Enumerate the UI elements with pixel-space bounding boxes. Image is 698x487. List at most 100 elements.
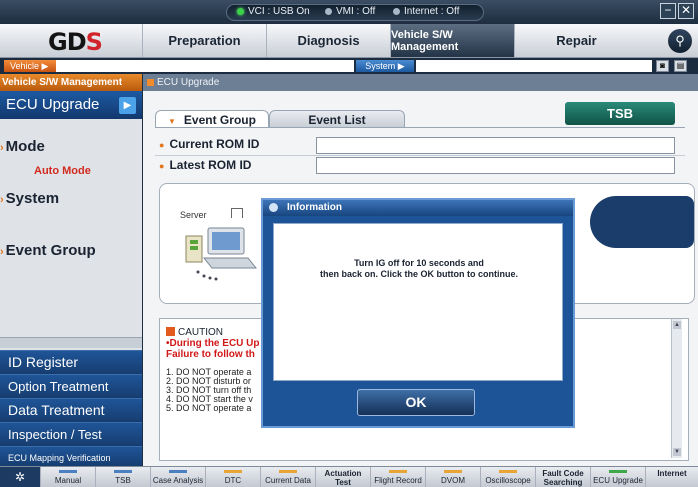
- close-button[interactable]: ✕: [678, 3, 694, 19]
- latest-rom-label: ● Latest ROM ID: [159, 158, 251, 172]
- fault-code-searching-button[interactable]: Fault Code Searching: [535, 467, 590, 487]
- caution-icon: [166, 327, 175, 336]
- bottom-toolbar: ✲ Manual TSB Case Analysis DTC Current D…: [0, 466, 698, 487]
- tab-event-group[interactable]: ▼ Event Group: [155, 110, 269, 128]
- manual-button[interactable]: Manual: [40, 467, 95, 487]
- content-header: ECU Upgrade: [143, 74, 698, 91]
- id-register-button[interactable]: ID Register: [0, 350, 142, 374]
- case-analysis-bar: [169, 470, 187, 473]
- header-marker-icon: [147, 79, 154, 86]
- scroll-down-icon[interactable]: ▼: [673, 448, 681, 456]
- caret-icon: ›: [0, 194, 4, 206]
- tsb-toolbar-button[interactable]: TSB: [95, 467, 150, 487]
- caution-title-text: CAUTION: [178, 327, 223, 338]
- caret-down-icon: ▼: [168, 117, 176, 126]
- system-field: [416, 60, 652, 72]
- scroll-up-icon[interactable]: ▲: [673, 321, 681, 329]
- ok-button[interactable]: OK: [357, 389, 475, 416]
- oscilloscope-button[interactable]: Oscilloscope: [480, 467, 535, 487]
- auto-mode-value: Auto Mode: [34, 165, 91, 177]
- nav-tab-repair[interactable]: Repair: [514, 24, 638, 57]
- tsb-button[interactable]: TSB: [565, 102, 675, 125]
- ecu-upgrade-bar: [609, 470, 627, 473]
- wrench-icon[interactable]: ✲: [0, 467, 40, 487]
- current-data-button[interactable]: Current Data: [260, 467, 315, 487]
- dtc-button[interactable]: DTC: [205, 467, 260, 487]
- current-rom-label: ● Current ROM ID: [159, 137, 259, 151]
- caution-scrollbar[interactable]: ▲ ▼: [671, 319, 682, 458]
- oscilloscope-bar: [499, 470, 517, 473]
- tab-event-list[interactable]: Event List: [269, 110, 405, 128]
- dialog-body: Turn IG off for 10 seconds and then back…: [273, 223, 563, 381]
- data-treatment-button[interactable]: Data Treatment: [0, 398, 142, 422]
- gds-logo: GDS: [48, 28, 103, 56]
- caution-item-5: 5. DO NOT operate a: [166, 403, 252, 413]
- current-data-label: Current Data: [265, 476, 311, 485]
- flight-record-button[interactable]: Flight Record: [370, 467, 425, 487]
- caution-line-2: Failure to follow th: [166, 349, 255, 360]
- dialog-title-bar: Information: [263, 200, 573, 216]
- content-header-title: ECU Upgrade: [157, 77, 220, 88]
- server-computer-icon: [185, 227, 258, 281]
- oscilloscope-label: Oscilloscope: [485, 476, 531, 485]
- nav-tab-diagnosis[interactable]: Diagnosis: [266, 24, 390, 57]
- vci-status: VCI : USB On: [237, 6, 310, 17]
- nav-tab-preparation[interactable]: Preparation: [142, 24, 266, 57]
- menu-system[interactable]: › System: [0, 190, 59, 207]
- search-icon[interactable]: ⚲: [668, 29, 692, 53]
- case-analysis-button[interactable]: Case Analysis: [150, 467, 205, 487]
- manual-label: Manual: [54, 476, 82, 485]
- menu-system-label: System: [5, 190, 60, 207]
- flight-record-label: Flight Record: [374, 476, 422, 485]
- inspection-test-button[interactable]: Inspection / Test: [0, 422, 142, 446]
- actuation-test-button[interactable]: Actuation Test: [315, 467, 370, 487]
- info-icon: [269, 203, 278, 212]
- dvom-bar: [444, 470, 462, 473]
- dvom-label: DVOM: [441, 476, 465, 485]
- tsb-bar: [114, 470, 132, 473]
- vmi-status-icon: [325, 8, 332, 15]
- menu-event-group[interactable]: › Event Group: [0, 242, 96, 259]
- print-icon[interactable]: ▤: [674, 60, 687, 72]
- vehicle-field: [56, 60, 354, 72]
- logo-text-left: GD: [48, 28, 87, 56]
- internet-button[interactable]: Internet: [645, 467, 698, 487]
- camera-icon[interactable]: ◙: [656, 60, 669, 72]
- row-divider: [155, 155, 685, 156]
- tab-divider: [155, 127, 685, 128]
- case-analysis-label: Case Analysis: [152, 476, 204, 485]
- chevron-right-icon[interactable]: ▶: [119, 97, 136, 114]
- connector-line: [231, 208, 243, 218]
- dvom-button[interactable]: DVOM: [425, 467, 480, 487]
- ecu-upgrade-toolbar-button[interactable]: ECU Upgrade: [590, 467, 645, 487]
- vmi-status: VMI : Off: [325, 6, 375, 17]
- ecu-mapping-verification-button[interactable]: ECU Mapping Verification: [0, 446, 142, 466]
- tsb-label: TSB: [115, 476, 131, 485]
- vci-status-icon: [237, 8, 244, 15]
- left-panel: Vehicle S/W Management ECU Upgrade ▶ › Mo…: [0, 74, 142, 487]
- menu-mode[interactable]: › Mode: [0, 138, 45, 155]
- system-selector-button[interactable]: System ▶: [356, 60, 414, 72]
- minimize-button[interactable]: −: [660, 3, 676, 19]
- actuation-test-label: Actuation Test: [324, 469, 362, 487]
- nav-tab-vehicle-sw-management[interactable]: Vehicle S/W Management: [390, 24, 514, 57]
- fault-code-searching-label: Fault Code Searching: [542, 469, 584, 487]
- flight-record-bar: [389, 470, 407, 473]
- vehicle-icon: [590, 196, 694, 248]
- internet-label: Internet: [657, 469, 687, 478]
- caret-icon: ›: [0, 142, 4, 154]
- connection-status: VCI : USB On VMI : Off Internet : Off: [226, 4, 484, 21]
- latest-rom-text: Latest ROM ID: [169, 158, 252, 172]
- vci-status-text: VCI : USB On: [248, 6, 310, 17]
- information-dialog: Information Turn IG off for 10 seconds a…: [261, 198, 575, 428]
- dtc-bar: [224, 470, 242, 473]
- menu-event-group-label: Event Group: [5, 242, 96, 259]
- bullet-icon: ●: [159, 140, 165, 150]
- caution-line-1: •During the ECU Up: [166, 338, 260, 349]
- current-data-bar: [279, 470, 297, 473]
- left-scrollbar[interactable]: [0, 337, 142, 348]
- vehicle-selector-button[interactable]: Vehicle ▶: [4, 60, 56, 72]
- option-treatment-button[interactable]: Option Treatment: [0, 374, 142, 398]
- server-label: Server: [180, 210, 207, 220]
- current-rom-text: Current ROM ID: [169, 137, 260, 151]
